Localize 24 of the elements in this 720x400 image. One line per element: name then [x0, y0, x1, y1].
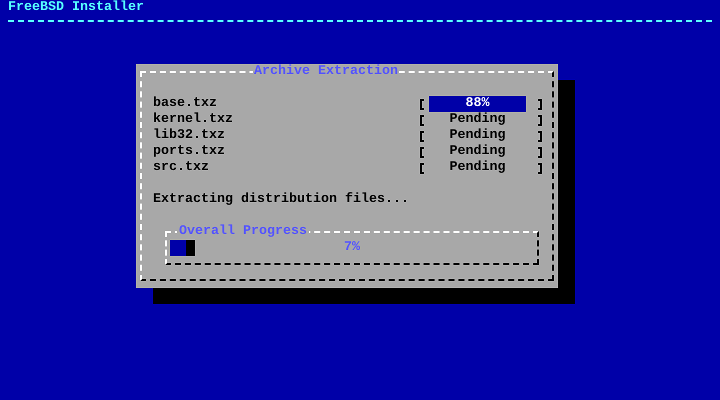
bracket-icon — [538, 146, 542, 158]
progress-reading: 7% — [344, 240, 360, 256]
file-status: Pending — [448, 160, 506, 176]
bracket-icon — [420, 146, 424, 158]
bracket-icon — [538, 114, 542, 126]
bracket-icon — [420, 114, 424, 126]
bracket-icon — [420, 130, 424, 142]
bracket-icon — [538, 98, 542, 110]
file-name: ports.txz — [153, 144, 226, 160]
bracket-icon — [538, 130, 542, 142]
file-name: lib32.txz — [153, 128, 226, 144]
bracket-icon — [420, 98, 424, 110]
file-status: 88% — [429, 96, 526, 112]
file-status: Pending — [448, 112, 506, 128]
file-name: kernel.txz — [153, 112, 234, 128]
file-status: Pending — [448, 128, 506, 144]
file-status: Pending — [448, 144, 506, 160]
status-message: Extracting distribution files... — [153, 192, 409, 208]
bracket-icon — [538, 162, 542, 174]
bracket-icon — [420, 162, 424, 174]
installer-title: FreeBSD Installer — [7, 0, 144, 16]
progress-title: Overall Progress — [177, 224, 309, 240]
file-name: src.txz — [153, 160, 210, 176]
file-name: base.txz — [153, 96, 218, 112]
